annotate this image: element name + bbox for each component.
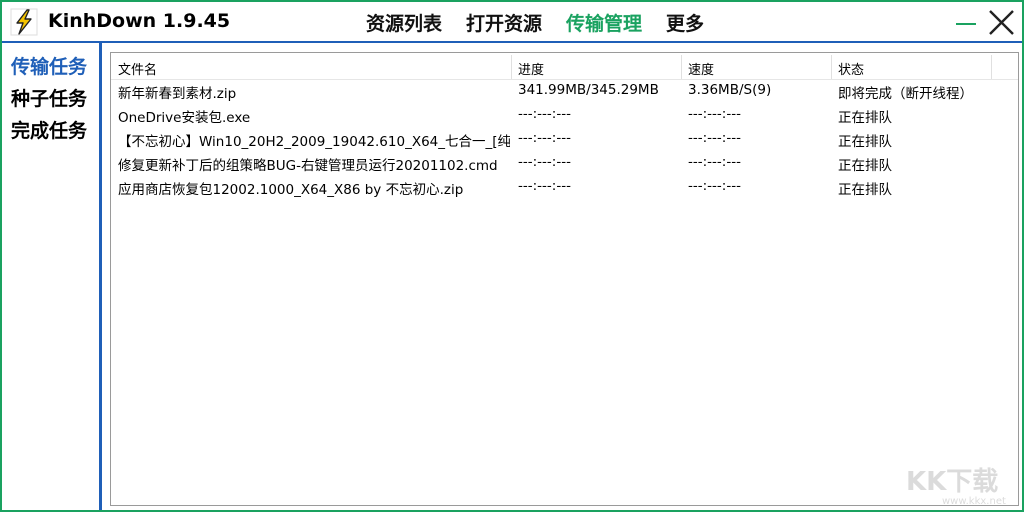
nav-transfer-manager[interactable]: 传输管理 — [566, 9, 642, 36]
transfer-table: 文件名 进度 速度 状态 新年新春到素材.zip 341.99MB/345.29… — [110, 52, 1019, 506]
file-name: 【不忘初心】Win10_20H2_2009_19042.610_X64_七合一_… — [118, 134, 510, 150]
app-title: KinhDown 1.9.45 — [48, 10, 231, 32]
status: 正在排队 — [838, 182, 892, 198]
sidebar-divider — [99, 43, 102, 510]
table-row[interactable]: 修复更新补丁后的组策略BUG-右键管理员运行20201102.cmd ---:-… — [111, 151, 1018, 175]
column-header-status[interactable]: 状态 — [838, 59, 864, 78]
watermark-text: KK下载 — [906, 467, 998, 497]
table-row[interactable]: 【不忘初心】Win10_20H2_2009_19042.610_X64_七合一_… — [111, 127, 1018, 151]
column-header-progress[interactable]: 进度 — [518, 59, 544, 78]
column-separator[interactable] — [991, 55, 992, 79]
app-window: KinhDown 1.9.45 资源列表 打开资源 传输管理 更多 传输任务 种… — [0, 0, 1024, 512]
progress: ---:---:--- — [518, 154, 571, 170]
watermark-url: www.kkx.net — [942, 496, 1006, 506]
nav-open-resource[interactable]: 打开资源 — [466, 9, 542, 36]
file-name: 应用商店恢复包12002.1000_X64_X86 by 不忘初心.zip — [118, 182, 464, 198]
progress: ---:---:--- — [518, 178, 571, 194]
column-separator[interactable] — [831, 55, 832, 79]
nav-resource-list[interactable]: 资源列表 — [366, 9, 442, 36]
sidebar-item-completed-tasks[interactable]: 完成任务 — [11, 116, 87, 143]
speed: ---:---:--- — [688, 130, 741, 146]
file-name: 新年新春到素材.zip — [118, 86, 237, 102]
status: 正在排队 — [838, 158, 892, 174]
title-bar: KinhDown 1.9.45 资源列表 打开资源 传输管理 更多 — [2, 2, 1022, 42]
column-header-speed[interactable]: 速度 — [688, 59, 714, 78]
progress: ---:---:--- — [518, 130, 571, 146]
speed: 3.36MB/S(9) — [688, 82, 772, 98]
close-icon[interactable] — [986, 8, 1016, 38]
file-name: OneDrive安装包.exe — [118, 110, 251, 126]
kk-download-watermark: KK下载 www.kkx.net — [906, 467, 1006, 506]
status: 正在排队 — [838, 134, 892, 150]
table-header: 文件名 进度 速度 状态 — [111, 53, 1018, 80]
status: 即将完成（断开线程） — [838, 86, 973, 102]
file-name: 修复更新补丁后的组策略BUG-右键管理员运行20201102.cmd — [118, 158, 498, 174]
speed: ---:---:--- — [688, 178, 741, 194]
column-header-filename[interactable]: 文件名 — [118, 59, 157, 78]
header-divider — [2, 41, 1022, 43]
column-separator[interactable] — [681, 55, 682, 79]
status: 正在排队 — [838, 110, 892, 126]
sidebar: 传输任务 种子任务 完成任务 — [2, 43, 99, 510]
speed: ---:---:--- — [688, 154, 741, 170]
table-row[interactable]: OneDrive安装包.exe ---:---:--- ---:---:--- … — [111, 103, 1018, 127]
table-row[interactable]: 应用商店恢复包12002.1000_X64_X86 by 不忘初心.zip --… — [111, 175, 1018, 199]
speed: ---:---:--- — [688, 106, 741, 122]
table-row[interactable]: 新年新春到素材.zip 341.99MB/345.29MB 3.36MB/S(9… — [111, 79, 1018, 103]
nav-more[interactable]: 更多 — [666, 9, 704, 36]
top-nav: 资源列表 打开资源 传输管理 更多 — [366, 9, 728, 36]
sidebar-item-torrent-tasks[interactable]: 种子任务 — [11, 84, 87, 111]
sidebar-item-transfer-tasks[interactable]: 传输任务 — [11, 52, 87, 79]
progress: ---:---:--- — [518, 106, 571, 122]
lightning-bolt-icon — [10, 8, 38, 36]
column-separator[interactable] — [511, 55, 512, 79]
progress: 341.99MB/345.29MB — [518, 82, 659, 98]
minimize-icon[interactable] — [952, 8, 982, 38]
